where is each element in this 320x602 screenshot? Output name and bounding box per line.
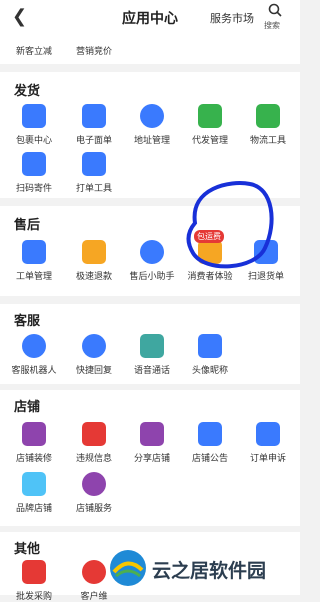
lightning-icon: [82, 240, 106, 264]
app-item-label: 售后小助手: [129, 272, 175, 282]
app-item-dropship[interactable]: 代发管理: [180, 104, 240, 146]
app-item-label: 电子面单: [75, 136, 112, 146]
app-item-logistics-tools[interactable]: 物流工具: [238, 104, 298, 146]
app-item-label: 店铺服务: [75, 504, 112, 514]
app-item-new-customer[interactable]: 新客立减: [4, 34, 64, 57]
app-item-avatar-nickname[interactable]: 头像昵称: [180, 334, 240, 376]
app-item-brand-shop[interactable]: 品牌店铺: [4, 472, 64, 514]
megaphone-icon: [198, 422, 222, 446]
robot-icon: [22, 334, 46, 358]
app-item-label: 快捷回复: [75, 366, 112, 376]
forward-box-icon: [198, 104, 222, 128]
section-title: 售后: [14, 218, 41, 233]
app-item-print-tool[interactable]: 打单工具: [64, 152, 124, 194]
app-item-ticket-manage[interactable]: 工单管理: [4, 240, 64, 282]
app-item-service-bot[interactable]: 客服机器人: [4, 334, 64, 376]
app-item-label: 店铺公告: [191, 454, 228, 464]
app-item-label: 营销竞价: [75, 47, 112, 57]
app-item-label: 极速退款: [75, 272, 112, 282]
app-item-wholesale[interactable]: 批发采购: [4, 560, 64, 602]
app-item-label: 违规信息: [75, 454, 112, 464]
section-title: 其他: [14, 542, 41, 557]
paint-roller-icon: [22, 422, 46, 446]
watermark-logo-icon: [110, 550, 146, 586]
app-item-parcel-center[interactable]: 包裹中心: [4, 104, 64, 146]
shield-icon: [82, 560, 106, 584]
app-item-e-waybill[interactable]: 电子面单: [64, 104, 124, 146]
avatar-frame-icon: [198, 334, 222, 358]
app-item-marketing-bid[interactable]: 营销竞价: [64, 34, 124, 57]
app-item-label: 代发管理: [191, 136, 228, 146]
app-item-share-shop[interactable]: 分享店铺: [122, 422, 182, 464]
app-item-order-appeal[interactable]: 订单申诉: [238, 422, 298, 464]
location-pin-icon: [140, 104, 164, 128]
app-item-scan-send[interactable]: 扫码寄件: [4, 152, 64, 194]
shop-section: 店铺 店铺装修 违规信息 分享店铺 店铺公告 订单申诉 品牌店铺 店铺服务: [0, 390, 300, 526]
app-item-voice-call[interactable]: 语音通话: [122, 334, 182, 376]
umbrella-icon: [82, 472, 106, 496]
search-label: 搜索: [264, 21, 280, 30]
phone-icon: [140, 334, 164, 358]
app-item-label: 新客立减: [15, 47, 52, 57]
document-icon: [82, 104, 106, 128]
section-title: 客服: [14, 314, 41, 329]
wrench-icon: [256, 104, 280, 128]
printer-icon: [82, 152, 106, 176]
box-icon: [22, 104, 46, 128]
gavel-icon: [256, 422, 280, 446]
app-item-shop-service[interactable]: 店铺服务: [64, 472, 124, 514]
app-item-label: 打单工具: [75, 184, 112, 194]
warning-icon: [82, 422, 106, 446]
share-icon: [140, 422, 164, 446]
app-item-fast-refund[interactable]: 极速退款: [64, 240, 124, 282]
search-icon[interactable]: [266, 2, 284, 21]
app-item-violation-info[interactable]: 违规信息: [64, 422, 124, 464]
section-title: 发货: [14, 84, 41, 99]
app-item-after-sales-assistant[interactable]: 售后小助手: [122, 240, 182, 282]
service-market-link[interactable]: 服务市场: [210, 10, 254, 26]
watermark-text: 云之居软件园: [152, 560, 267, 582]
wrench-circle-icon: [140, 240, 164, 264]
diamond-icon: [22, 472, 46, 496]
app-item-label: 物流工具: [249, 136, 286, 146]
app-item-shop-decor[interactable]: 店铺装修: [4, 422, 64, 464]
app-item-label: 客服机器人: [11, 366, 57, 376]
app-item-label: 扫码寄件: [15, 184, 52, 194]
watermark: 云之居软件园: [108, 548, 298, 592]
reply-icon: [82, 334, 106, 358]
app-item-quick-reply[interactable]: 快捷回复: [64, 334, 124, 376]
app-item-label: 订单申诉: [249, 454, 286, 464]
app-item-label: 分享店铺: [133, 454, 170, 464]
section-title: 店铺: [14, 400, 41, 415]
buy-tag-icon: [22, 560, 46, 584]
app-item-address[interactable]: 地址管理: [122, 104, 182, 146]
app-item-label: 地址管理: [133, 136, 170, 146]
page-title: 应用中心: [122, 11, 178, 27]
app-item-shop-notice[interactable]: 店铺公告: [180, 422, 240, 464]
app-item-label: 语音通话: [133, 366, 170, 376]
annotation-circle: [186, 181, 274, 269]
app-item-label: 品牌店铺: [15, 504, 52, 514]
app-item-label: 头像昵称: [191, 366, 228, 376]
top-partial-section: 新客立减 营销竞价: [0, 34, 300, 64]
app-header: ❮ 应用中心 服务市场 搜索: [0, 0, 300, 34]
app-item-label: 包裹中心: [15, 136, 52, 146]
clipboard-icon: [22, 240, 46, 264]
app-item-label: 店铺装修: [15, 454, 52, 464]
app-item-label: 工单管理: [15, 272, 52, 282]
customer-service-section: 客服 客服机器人 快捷回复 语音通话 头像昵称: [0, 304, 300, 384]
app-item-label: 批发采购: [15, 592, 52, 602]
scan-icon: [22, 152, 46, 176]
